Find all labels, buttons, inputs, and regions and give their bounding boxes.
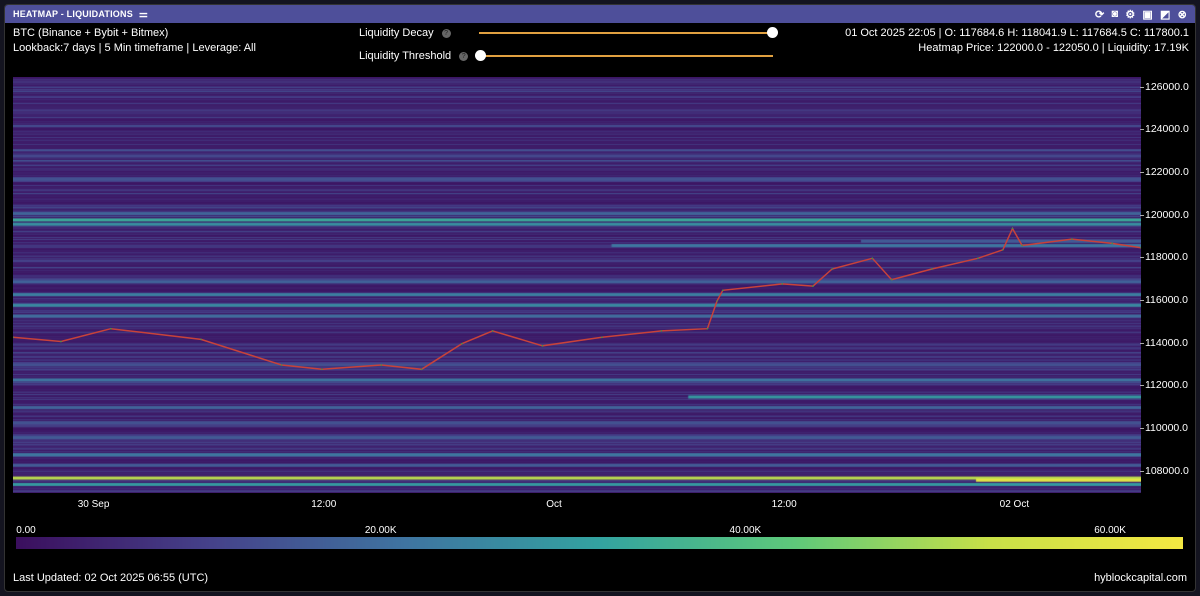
price-point — [871, 257, 874, 260]
last-updated: Last Updated: 02 Oct 2025 06:55 (UTC) — [13, 572, 209, 584]
gear-icon[interactable]: ⚙ — [1125, 8, 1135, 21]
slider-handle[interactable] — [475, 50, 486, 61]
y-tick-label: 116000.0 — [1139, 294, 1189, 306]
x-tick-label: Oct — [546, 499, 562, 510]
price-point — [380, 364, 383, 366]
price-point — [1021, 244, 1023, 247]
close-icon[interactable]: ⊗ — [1178, 8, 1187, 21]
y-tick-label: 124000.0 — [1140, 123, 1189, 136]
price-point — [781, 283, 784, 285]
price-point — [706, 327, 709, 330]
price-point — [60, 340, 62, 343]
price-point — [200, 338, 202, 341]
x-tick-label: 30 Sep — [77, 499, 110, 510]
brand-link[interactable]: hyblockcapital.com — [1094, 572, 1187, 584]
price-point — [812, 285, 814, 287]
y-tick-label: 110000.0 — [1139, 422, 1189, 434]
symbol-label: BTC (Binance + Bybit + Bitmex) — [13, 27, 169, 39]
price-point — [601, 336, 603, 339]
threshold-label: Liquidity Threshold — [359, 50, 452, 62]
y-tick-label: 112000.0 — [1139, 379, 1189, 392]
price-point — [321, 368, 323, 371]
x-tick-label: 02 Oct — [999, 499, 1030, 510]
decay-label: Liquidity Decay — [359, 27, 434, 39]
settings-sliders-icon[interactable]: ⚌ — [139, 9, 148, 20]
price-point — [831, 268, 833, 270]
price-point — [660, 330, 663, 332]
price-point — [890, 278, 893, 281]
price-point — [1011, 227, 1014, 230]
price-point — [721, 289, 724, 292]
heatmap-readout: Heatmap Price: 122000.0 - 122050.0 | Liq… — [918, 42, 1189, 54]
colorbar-label: 60.00K — [1094, 525, 1126, 536]
price-line-layer — [13, 226, 1141, 371]
y-tick-label: 108000.0 — [1140, 464, 1189, 477]
price-point — [491, 330, 494, 332]
expand-icon[interactable]: ◩ — [1160, 8, 1171, 21]
lookback-label: Lookback:7 days | 5 Min timeframe | Leve… — [13, 42, 256, 54]
price-point — [1111, 242, 1114, 245]
price-point — [110, 327, 112, 330]
refresh-icon[interactable]: ⟳ — [1095, 8, 1104, 21]
camera-icon[interactable]: ◙ — [1111, 8, 1118, 21]
slider-handle[interactable] — [767, 27, 778, 38]
x-tick-label: 12:00 — [311, 499, 337, 510]
title-bar: HEATMAP - LIQUIDATIONS ⚌ ⟳ ◙ ⚙ ▣ ◩ ⊗ — [5, 5, 1195, 23]
price-point — [931, 268, 933, 270]
colorbar-label: 20.00K — [364, 525, 397, 536]
price-point — [716, 300, 718, 302]
colorbar — [16, 537, 1183, 549]
price-point — [461, 342, 463, 345]
ohlc-readout: 01 Oct 2025 22:05 | O: 117684.6 H: 11804… — [845, 27, 1189, 39]
threshold-slider[interactable] — [475, 50, 773, 61]
price-point — [280, 364, 283, 366]
help-icon[interactable]: ? — [441, 28, 451, 38]
y-tick-label: 120000.0 — [1140, 208, 1189, 221]
help-icon[interactable]: ? — [459, 51, 469, 61]
price-point — [977, 257, 979, 260]
colorbar-label: 0.00 — [16, 525, 36, 536]
x-tick-label: 12:00 — [771, 499, 797, 510]
price-point — [420, 368, 423, 371]
colorbar-label: 40.00K — [729, 525, 762, 536]
heatmap-window: HEATMAP - LIQUIDATIONS ⚌ ⟳ ◙ ⚙ ▣ ◩ ⊗ BTC… — [4, 4, 1196, 592]
price-point — [541, 345, 544, 347]
y-tick-label: 122000.0 — [1140, 166, 1189, 178]
window-title: HEATMAP - LIQUIDATIONS — [13, 9, 133, 19]
price-point — [1002, 249, 1004, 251]
y-tick-label: 118000.0 — [1139, 251, 1189, 264]
y-tick-label: 126000.0 — [1140, 80, 1189, 93]
price-point — [1071, 238, 1073, 240]
price-line — [13, 226, 1141, 371]
decay-slider[interactable] — [479, 27, 778, 38]
y-tick-label: 114000.0 — [1139, 336, 1189, 349]
save-icon[interactable]: ▣ — [1142, 8, 1153, 21]
